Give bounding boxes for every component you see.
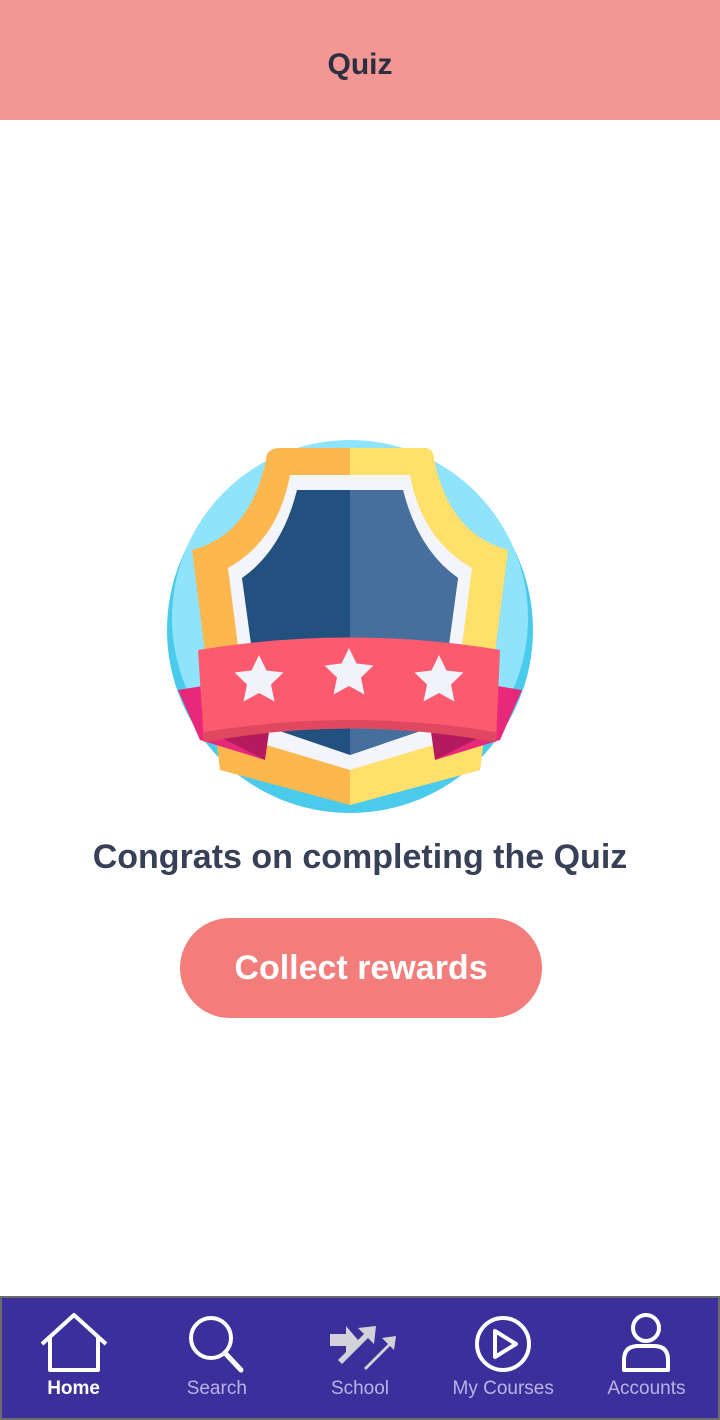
home-icon bbox=[38, 1312, 110, 1376]
search-icon bbox=[181, 1312, 253, 1376]
collect-rewards-button[interactable]: Collect rewards bbox=[180, 918, 542, 1018]
page-title: Quiz bbox=[327, 48, 393, 81]
nav-item-school[interactable]: School bbox=[288, 1298, 431, 1418]
nav-label-my-courses: My Courses bbox=[452, 1378, 554, 1399]
nav-item-home[interactable]: Home bbox=[2, 1298, 145, 1418]
school-icon bbox=[324, 1312, 396, 1376]
bottom-nav: Home Search School My Courses Accounts bbox=[0, 1296, 720, 1420]
nav-label-school: School bbox=[330, 1378, 390, 1399]
nav-label-accounts: Accounts bbox=[607, 1378, 686, 1399]
header-bar: Quiz bbox=[0, 0, 720, 120]
congrats-message: Congrats on completing the Quiz bbox=[92, 838, 628, 876]
user-icon bbox=[610, 1312, 682, 1376]
nav-item-accounts[interactable]: Accounts bbox=[575, 1298, 718, 1418]
play-icon bbox=[467, 1312, 539, 1376]
shield-badge-icon bbox=[167, 440, 533, 813]
nav-item-my-courses[interactable]: My Courses bbox=[432, 1298, 575, 1418]
nav-item-search[interactable]: Search bbox=[145, 1298, 288, 1418]
nav-label-search: Search bbox=[186, 1378, 247, 1399]
nav-label-home: Home bbox=[47, 1378, 100, 1399]
